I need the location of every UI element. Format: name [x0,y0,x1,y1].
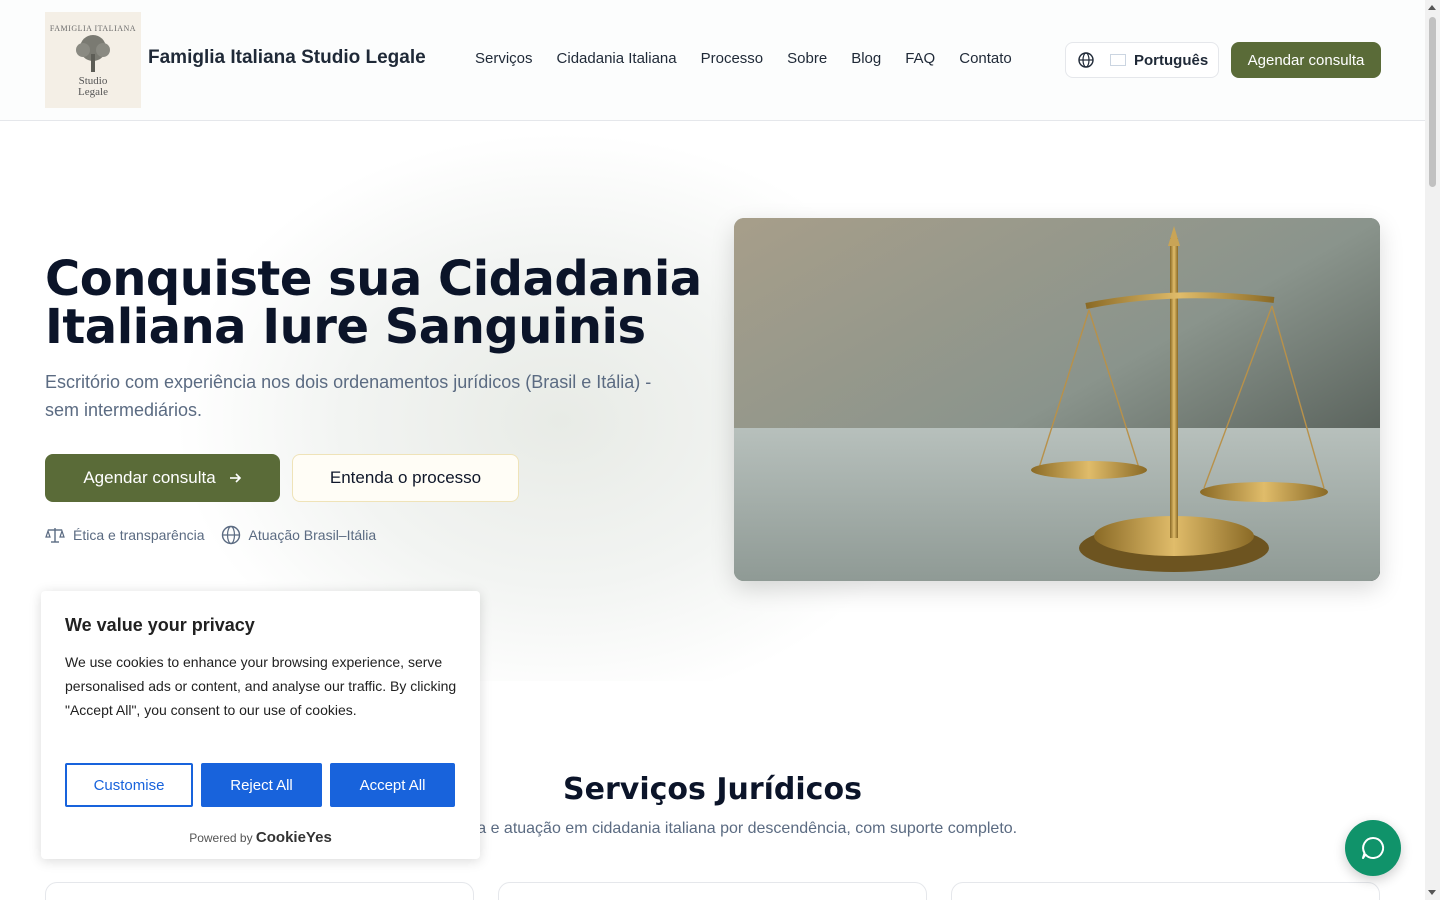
logo-subtitle: Studio Legale [78,75,108,98]
nav-sobre[interactable]: Sobre [787,50,827,67]
nav-blog[interactable]: Blog [851,50,881,67]
scales-icon [45,528,65,543]
cookie-title: We value your privacy [65,615,255,635]
service-card[interactable] [45,882,474,900]
hero-image-scales [734,218,1380,581]
main-nav: Serviços Cidadania Italiana Processo Sob… [475,50,1012,67]
cookie-banner: We value your privacy We use cookies to … [41,591,480,859]
trust-item-brazil-italy: Atuação Brasil–Itália [221,525,376,545]
hero-schedule-button[interactable]: Agendar consulta [45,454,280,502]
chat-button[interactable] [1345,820,1401,876]
language-selector[interactable]: Português [1065,42,1219,78]
language-label: Português [1134,51,1209,69]
cookie-actions: Customise Reject All Accept All [65,763,455,807]
scroll-thumb[interactable] [1429,17,1436,187]
nav-contato[interactable]: Contato [959,50,1012,67]
cookie-text: We use cookies to enhance your browsing … [65,654,457,718]
cookie-powered-by[interactable]: Powered by CookieYes [41,829,480,846]
nav-processo[interactable]: Processo [701,50,764,67]
arrow-right-icon [229,473,241,483]
globe-icon [221,525,240,545]
service-card[interactable] [498,882,927,900]
nav-servicos[interactable]: Serviços [475,50,533,67]
scales-of-justice-image [734,218,1380,581]
hero-title: Conquiste sua Cidadania Italiana Iure Sa… [45,251,702,355]
trust-item-ethics: Ética e transparência [45,525,205,545]
cookie-customise-button[interactable]: Customise [65,763,193,807]
cookie-reject-button[interactable]: Reject All [201,763,322,807]
cookie-accept-button[interactable]: Accept All [330,763,455,807]
trust-badges: Ética e transparência Atuação Brasil–Itá… [45,525,376,545]
chat-bubble-icon [1362,836,1385,859]
logo-top-text: FAMIGLIA ITALIANA [49,24,137,33]
cookieyes-logo: CookieYes [255,829,332,846]
site-header: FAMIGLIA ITALIANA Studio Legale Famiglia… [0,0,1425,121]
scroll-down-arrow-icon[interactable] [1428,890,1436,895]
service-card[interactable] [951,882,1380,900]
scrollbar[interactable] [1425,0,1440,900]
header-cta-button[interactable]: Agendar consulta [1231,42,1381,78]
tree-icon [76,35,110,72]
hero-schedule-label: Agendar consulta [83,468,216,487]
nav-cidadania-italiana[interactable]: Cidadania Italiana [557,50,677,67]
hero-process-button[interactable]: Entenda o processo [292,454,519,502]
globe-icon [1078,52,1094,68]
brand-name[interactable]: Famiglia Italiana Studio Legale [148,47,426,69]
scroll-up-arrow-icon[interactable] [1428,5,1436,10]
flag-icon [1110,54,1126,66]
logo[interactable]: FAMIGLIA ITALIANA Studio Legale [45,12,141,108]
nav-faq[interactable]: FAQ [905,50,935,67]
hero-subtitle: Escritório com experiência nos dois orde… [45,372,652,420]
